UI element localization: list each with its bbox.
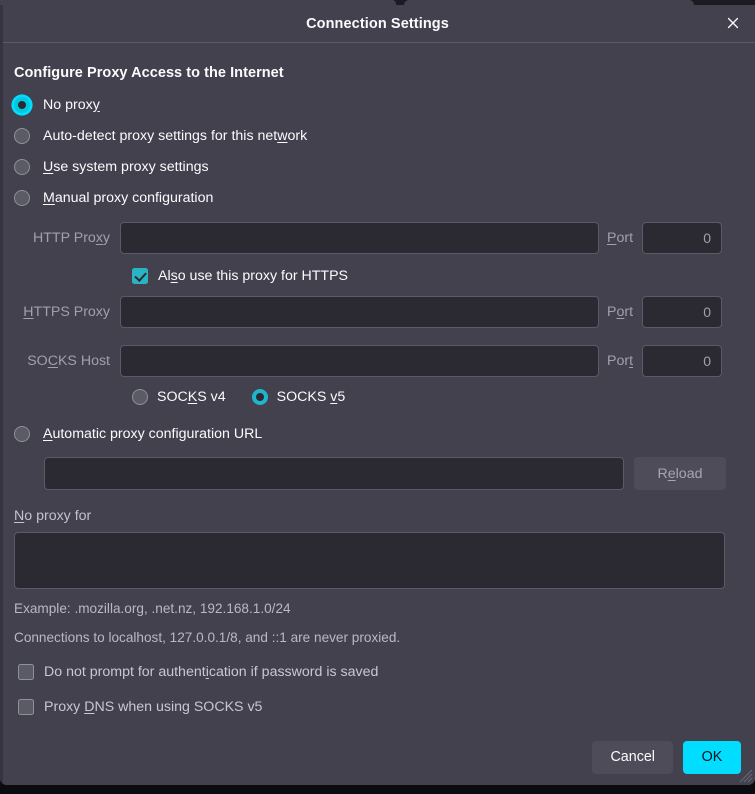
section-heading: Configure Proxy Access to the Internet xyxy=(14,65,284,81)
no-prompt-auth-checkbox[interactable] xyxy=(18,664,34,680)
http-proxy-row: HTTP Proxy Port xyxy=(14,222,741,254)
titlebar-divider xyxy=(0,42,755,43)
http-proxy-input[interactable] xyxy=(120,222,599,254)
socks-port-input[interactable] xyxy=(642,345,723,377)
radio-row-socks-v4[interactable]: SOCKS v4 xyxy=(132,389,226,405)
screen-bottom-edge xyxy=(0,785,755,794)
radio-socks-v4[interactable] xyxy=(132,389,148,405)
reload-button[interactable]: Reload xyxy=(634,457,726,490)
no-prompt-auth-label: Do not prompt for authentication if pass… xyxy=(44,664,379,680)
radio-row-socks-v5[interactable]: SOCKS v5 xyxy=(251,389,346,405)
radio-socks-v5[interactable] xyxy=(251,389,268,405)
close-button[interactable] xyxy=(717,8,749,38)
socks-host-row: SOCKS Host Port xyxy=(14,345,741,377)
https-port-label: Port xyxy=(607,304,634,320)
radio-label-socks-v5: SOCKS v5 xyxy=(276,389,346,405)
radio-row-system-proxy[interactable]: Use system proxy settings xyxy=(14,154,741,179)
radio-label-system-proxy: Use system proxy settings xyxy=(43,158,209,175)
radio-label-manual-proxy: Manual proxy configuration xyxy=(43,189,214,206)
localhost-hint: Connections to localhost, 127.0.0.1/8, a… xyxy=(14,630,401,645)
dialog-footer: Cancel OK xyxy=(0,729,755,785)
radio-auto-detect[interactable] xyxy=(14,127,30,144)
http-proxy-label: HTTP Proxy xyxy=(33,230,110,246)
socks-port-label: Port xyxy=(607,353,634,369)
no-proxy-for-textarea[interactable] xyxy=(14,532,725,589)
https-proxy-input[interactable] xyxy=(120,296,599,328)
https-proxy-label: HTTPS Proxy xyxy=(23,304,110,320)
dialog-titlebar: Connection Settings xyxy=(0,5,755,42)
connection-settings-dialog: Connection Settings Configure Proxy Acce… xyxy=(0,5,755,785)
no-proxy-for-label: No proxy for xyxy=(14,508,92,524)
radio-label-socks-v4: SOCKS v4 xyxy=(157,389,226,405)
also-https-checkbox[interactable] xyxy=(132,268,148,284)
example-hint: Example: .mozilla.org, .net.nz, 192.168.… xyxy=(14,601,291,616)
radio-row-auto-config-url[interactable]: Automatic proxy configuration URL xyxy=(14,421,741,446)
dialog-title: Connection Settings xyxy=(306,15,449,32)
close-icon xyxy=(726,16,740,30)
radio-label-auto-detect: Auto-detect proxy settings for this netw… xyxy=(43,127,308,144)
http-port-label: Port xyxy=(607,230,634,246)
proxy-dns-row[interactable]: Proxy DNS when using SOCKS v5 xyxy=(18,699,741,715)
radio-manual-proxy[interactable] xyxy=(14,189,30,206)
auto-config-url-input[interactable] xyxy=(44,457,624,490)
radio-row-auto-detect[interactable]: Auto-detect proxy settings for this netw… xyxy=(14,123,741,148)
radio-system-proxy[interactable] xyxy=(14,158,30,175)
https-proxy-row: HTTPS Proxy Port xyxy=(14,296,741,328)
proxy-dns-label: Proxy DNS when using SOCKS v5 xyxy=(44,699,263,715)
socks-host-label: SOCKS Host xyxy=(27,353,110,369)
dialog-left-edge xyxy=(0,5,3,785)
cancel-button[interactable]: Cancel xyxy=(592,740,673,774)
radio-row-no-proxy[interactable]: No proxy xyxy=(14,92,741,117)
also-https-label: Also use this proxy for HTTPS xyxy=(158,268,349,284)
also-https-row[interactable]: Also use this proxy for HTTPS xyxy=(132,268,741,284)
socks-host-input[interactable] xyxy=(120,345,599,377)
radio-label-auto-config-url: Automatic proxy configuration URL xyxy=(43,425,263,442)
radio-row-manual-proxy[interactable]: Manual proxy configuration xyxy=(14,185,741,210)
ok-button[interactable]: OK xyxy=(683,740,741,774)
https-port-input[interactable] xyxy=(642,296,723,328)
radio-label-no-proxy: No proxy xyxy=(43,96,100,113)
radio-auto-config-url[interactable] xyxy=(14,425,30,442)
http-port-input[interactable] xyxy=(642,222,723,254)
dialog-body: Configure Proxy Access to the Internet N… xyxy=(0,65,755,768)
auto-config-url-row: Reload xyxy=(44,457,741,490)
socks-version-row: SOCKS v4 SOCKS v5 xyxy=(132,389,741,405)
proxy-dns-checkbox[interactable] xyxy=(18,699,34,715)
screen: Connection Settings Configure Proxy Acce… xyxy=(0,0,755,794)
radio-no-proxy[interactable] xyxy=(14,96,30,113)
no-prompt-auth-row[interactable]: Do not prompt for authentication if pass… xyxy=(18,664,741,680)
